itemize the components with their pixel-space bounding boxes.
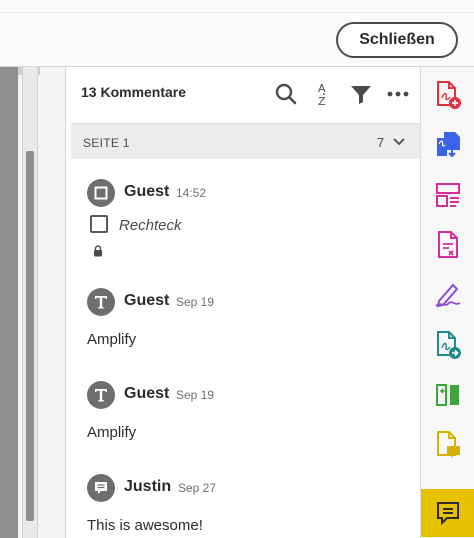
- add-pdf-icon[interactable]: [421, 71, 474, 119]
- comment-item[interactable]: Guest Sep 19 Amplify: [87, 288, 407, 348]
- comment-body: This is awesome!: [87, 517, 203, 534]
- comments-count-title: 13 Kommentare: [81, 84, 187, 100]
- export-pdf-icon[interactable]: [421, 121, 474, 169]
- note-annotation-icon: [87, 474, 115, 502]
- page-section-count: 7: [377, 135, 385, 150]
- comment-author: Guest: [124, 183, 170, 200]
- text-annotation-icon: [87, 381, 115, 409]
- comment-author: Justin: [124, 478, 172, 495]
- comment-time: Sep 27: [178, 481, 217, 495]
- comment-page-icon[interactable]: [421, 421, 474, 469]
- rectangle-annotation-icon: [87, 179, 115, 207]
- chevron-down-icon[interactable]: [392, 136, 406, 148]
- comment-body: Amplify: [87, 424, 137, 441]
- document-scrollbar-thumb[interactable]: [26, 151, 34, 521]
- top-bar: Schließen: [0, 0, 474, 67]
- comment-author: Guest: [124, 385, 170, 402]
- top-divider: [0, 12, 474, 13]
- more-icon[interactable]: [385, 81, 411, 107]
- document-gutter: [0, 67, 18, 538]
- svg-text:Z: Z: [318, 95, 326, 107]
- comment-subject: Rechteck: [119, 217, 182, 234]
- comment-item[interactable]: Guest 14:52 Rechteck: [87, 179, 407, 261]
- comment-author: Guest: [124, 292, 170, 309]
- comment-time: Sep 19: [176, 295, 215, 309]
- compare-icon[interactable]: [421, 371, 474, 419]
- filter-icon[interactable]: [348, 81, 374, 107]
- text-annotation-icon: [87, 288, 115, 316]
- svg-text:A: A: [318, 82, 326, 95]
- comment-body: Amplify: [87, 331, 137, 348]
- comment-icon[interactable]: [421, 489, 474, 537]
- rectangle-shape-icon: [90, 215, 108, 233]
- lock-icon: [94, 245, 102, 257]
- sort-icon[interactable]: AZ: [311, 81, 337, 107]
- edit-pdf-icon[interactable]: [421, 221, 474, 269]
- close-button[interactable]: Schließen: [336, 22, 458, 58]
- comment-item[interactable]: Guest Sep 19 Amplify: [87, 381, 407, 441]
- send-pdf-icon[interactable]: [421, 321, 474, 369]
- organize-pages-icon[interactable]: [421, 171, 474, 219]
- page-section-label: SEITE 1: [83, 136, 130, 150]
- tools-rail: [421, 67, 474, 538]
- comment-time: 14:52: [176, 186, 207, 200]
- comment-time: Sep 19: [176, 388, 215, 402]
- page-section-header[interactable]: SEITE 1 7: [71, 123, 420, 159]
- document-strip: [0, 67, 66, 538]
- search-icon[interactable]: [273, 81, 299, 107]
- comments-panel: 13 Kommentare AZ SEITE 1 7 Guest 14:52 R…: [66, 67, 421, 538]
- fill-sign-icon[interactable]: [421, 271, 474, 319]
- comment-item[interactable]: Justin Sep 27 This is awesome!: [87, 474, 407, 534]
- comments-header: 13 Kommentare AZ: [66, 67, 420, 123]
